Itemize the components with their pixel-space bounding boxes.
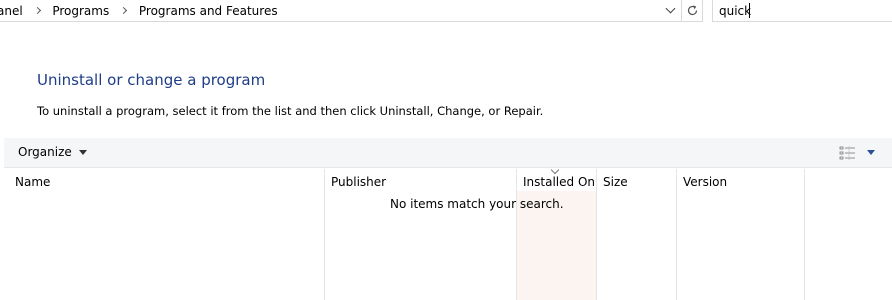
column-header-name[interactable]: Name <box>15 175 50 189</box>
more-options-dropdown-icon[interactable] <box>867 150 875 155</box>
column-divider[interactable] <box>804 169 805 300</box>
refresh-icon <box>687 5 698 16</box>
view-details-icon[interactable] <box>839 146 857 160</box>
command-bar: Organize <box>4 138 892 168</box>
breadcrumb-programs-and-features[interactable]: Programs and Features <box>139 3 278 19</box>
address-bar[interactable]: anel Programs Programs and Features <box>0 0 703 22</box>
page-description: To uninstall a program, select it from t… <box>37 104 544 118</box>
column-header-version[interactable]: Version <box>683 175 727 189</box>
column-divider[interactable] <box>596 169 597 300</box>
column-header-publisher[interactable]: Publisher <box>331 175 386 189</box>
breadcrumb-control-panel[interactable]: anel <box>0 3 23 19</box>
column-divider[interactable] <box>324 169 325 300</box>
breadcrumb-separator-icon[interactable] <box>113 3 135 19</box>
breadcrumb-programs[interactable]: Programs <box>52 3 109 19</box>
page-title: Uninstall or change a program <box>37 71 266 89</box>
search-box[interactable] <box>712 0 892 22</box>
breadcrumb-separator-icon[interactable] <box>27 3 49 19</box>
text-cursor <box>749 3 750 18</box>
programs-list[interactable]: Name Publisher Installed On Size Version… <box>0 169 892 300</box>
address-history-chevron-down-icon[interactable] <box>660 0 682 21</box>
column-divider[interactable] <box>676 169 677 300</box>
empty-list-message: No items match your search. <box>390 197 564 211</box>
organize-button[interactable]: Organize <box>18 145 87 159</box>
dropdown-arrow-icon <box>78 150 87 155</box>
breadcrumb: anel Programs Programs and Features <box>0 3 278 19</box>
refresh-button[interactable] <box>681 0 702 21</box>
organize-label: Organize <box>18 145 72 159</box>
search-input[interactable] <box>713 0 892 21</box>
column-header-installed-on[interactable]: Installed On <box>523 175 595 189</box>
column-divider[interactable] <box>516 169 517 300</box>
column-header-size[interactable]: Size <box>603 175 628 189</box>
